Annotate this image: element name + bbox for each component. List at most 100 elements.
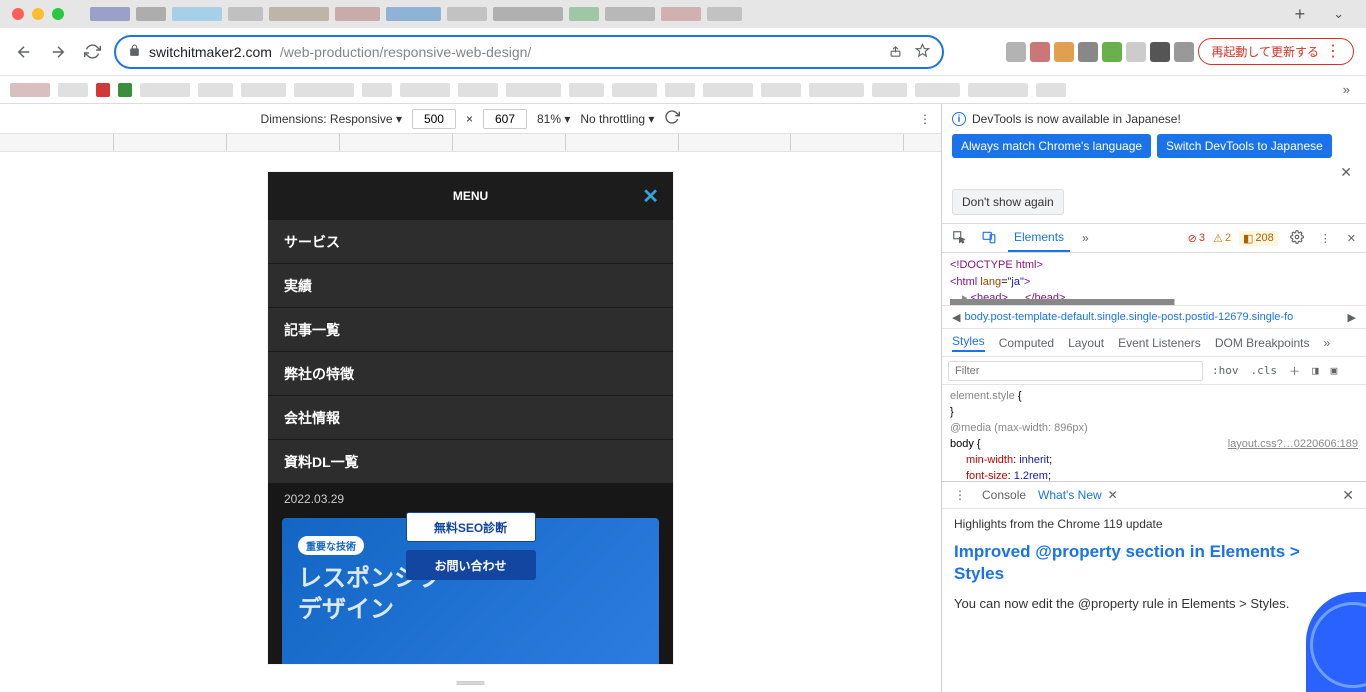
extension-icon[interactable] [1030, 42, 1050, 62]
menu-item-downloads[interactable]: 資料DL一覧 [268, 440, 673, 484]
bookmark-item[interactable] [968, 83, 1028, 97]
more-tabs-icon[interactable]: » [1078, 231, 1093, 245]
subtab-dom-breakpoints[interactable]: DOM Breakpoints [1215, 336, 1310, 350]
always-match-language-button[interactable]: Always match Chrome's language [952, 134, 1151, 158]
rendering-icon[interactable]: ▣ [1328, 364, 1341, 377]
breadcrumb-body[interactable]: body.post-template-default.single.single… [964, 311, 1293, 323]
extension-icon[interactable] [1102, 42, 1122, 62]
bookmark-item[interactable] [294, 83, 354, 97]
bookmark-item[interactable] [665, 83, 695, 97]
switch-language-button[interactable]: Switch DevTools to Japanese [1157, 134, 1332, 158]
browser-tab[interactable] [136, 7, 166, 21]
bookmark-item[interactable] [703, 83, 753, 97]
bookmark-item[interactable] [10, 83, 50, 97]
bookmark-item[interactable] [1036, 83, 1066, 97]
browser-tab[interactable] [335, 7, 380, 21]
throttling-dropdown[interactable]: No throttling ▾ [580, 112, 654, 126]
bookmark-item[interactable] [362, 83, 392, 97]
bookmark-item[interactable] [198, 83, 233, 97]
update-chrome-button[interactable]: 再起動して更新する ⋮ [1198, 38, 1354, 65]
tab-elements[interactable]: Elements [1008, 224, 1070, 252]
computed-sidebar-icon[interactable]: ◨ [1309, 364, 1322, 377]
bookmark-item[interactable] [458, 83, 498, 97]
new-tab-button[interactable]: + [1285, 4, 1316, 25]
browser-tab[interactable] [661, 7, 701, 21]
bookmark-item[interactable] [809, 83, 864, 97]
bookmark-item[interactable] [118, 83, 132, 97]
bookmark-star-icon[interactable] [915, 43, 930, 61]
browser-tab[interactable] [90, 7, 130, 21]
device-toolbar-menu-icon[interactable]: ⋮ [919, 112, 931, 126]
bookmark-item[interactable] [96, 83, 110, 97]
rotate-icon[interactable] [664, 109, 680, 128]
extension-icon[interactable] [1126, 42, 1146, 62]
bookmark-item[interactable] [915, 83, 960, 97]
subtab-computed[interactable]: Computed [999, 336, 1054, 350]
new-style-rule-icon[interactable]: ＋ [1286, 363, 1303, 379]
contact-button[interactable]: お問い合わせ [406, 550, 536, 580]
issue-count[interactable]: ◧ 208 [1239, 231, 1278, 246]
hov-toggle[interactable]: :hov [1209, 364, 1242, 377]
menu-item-works[interactable]: 実績 [268, 264, 673, 308]
browser-tab[interactable] [605, 7, 655, 21]
maximize-window-button[interactable] [52, 8, 64, 20]
menu-item-features[interactable]: 弊社の特徴 [268, 352, 673, 396]
close-menu-button[interactable]: ✕ [642, 184, 659, 209]
bookmark-item[interactable] [140, 83, 190, 97]
dimensions-dropdown[interactable]: Dimensions: Responsive ▾ [261, 112, 402, 126]
extension-icon[interactable] [1078, 42, 1098, 62]
tab-overflow-button[interactable]: ⌄ [1323, 6, 1354, 22]
share-icon[interactable] [888, 43, 903, 61]
bookmark-item[interactable] [612, 83, 657, 97]
browser-tab[interactable] [707, 7, 742, 21]
bookmark-item[interactable] [400, 83, 450, 97]
bookmark-item[interactable] [761, 83, 801, 97]
drawer-tab-whatsnew[interactable]: What's New [1038, 488, 1102, 502]
close-devtools-button[interactable]: ✕ [1343, 232, 1360, 245]
extension-icon[interactable] [1006, 42, 1026, 62]
extension-icon[interactable] [1174, 42, 1194, 62]
browser-tab[interactable] [228, 7, 263, 21]
menu-item-articles[interactable]: 記事一覧 [268, 308, 673, 352]
subtab-event-listeners[interactable]: Event Listeners [1118, 336, 1201, 350]
extension-icon[interactable] [1054, 42, 1074, 62]
bookmark-item[interactable] [506, 83, 561, 97]
bookmark-item[interactable] [872, 83, 907, 97]
devtools-menu-icon[interactable]: ⋮ [1316, 232, 1335, 245]
browser-tab[interactable] [386, 7, 441, 21]
bookmark-item[interactable] [241, 83, 286, 97]
crumb-prev-icon[interactable]: ◀ [948, 311, 964, 324]
whatsnew-title[interactable]: Improved @property section in Elements >… [954, 541, 1354, 585]
styles-filter-input[interactable] [948, 361, 1203, 381]
height-input[interactable] [483, 109, 527, 129]
bookmark-item[interactable] [569, 83, 604, 97]
subtab-styles[interactable]: Styles [952, 334, 985, 352]
extension-icon[interactable] [1150, 42, 1170, 62]
browser-tab[interactable] [269, 7, 329, 21]
menu-item-services[interactable]: サービス [268, 220, 673, 264]
close-drawer-button[interactable]: ✕ [1338, 487, 1358, 504]
drawer-tab-console[interactable]: Console [982, 488, 1026, 502]
browser-tab[interactable] [172, 7, 222, 21]
subtab-overflow-icon[interactable]: » [1324, 336, 1331, 350]
browser-tab[interactable] [569, 7, 599, 21]
device-toggle-icon[interactable] [978, 230, 1000, 247]
browser-tab[interactable] [447, 7, 487, 21]
width-input[interactable] [412, 109, 456, 129]
warning-count[interactable]: ⚠ 2 [1213, 232, 1231, 245]
crumb-next-icon[interactable]: ▶ [1344, 311, 1360, 324]
error-count[interactable]: ⊘ 3 [1188, 232, 1205, 245]
reload-button[interactable] [80, 40, 104, 64]
elements-dom-tree[interactable]: <!DOCTYPE html> <html lang="ja"> ▸ <head… [942, 253, 1366, 299]
drawer-menu-icon[interactable]: ⋮ [950, 488, 970, 502]
bookmark-item[interactable] [58, 83, 88, 97]
styles-pane[interactable]: element.style { } @media (max-width: 896… [942, 385, 1366, 481]
close-window-button[interactable] [12, 8, 24, 20]
bookmarks-overflow-button[interactable]: » [1337, 82, 1356, 97]
seo-diagnosis-button[interactable]: 無料SEO診断 [406, 512, 536, 542]
subtab-layout[interactable]: Layout [1068, 336, 1104, 350]
back-button[interactable] [12, 40, 36, 64]
forward-button[interactable] [46, 40, 70, 64]
inspect-icon[interactable] [948, 230, 970, 247]
settings-gear-icon[interactable] [1286, 230, 1308, 247]
